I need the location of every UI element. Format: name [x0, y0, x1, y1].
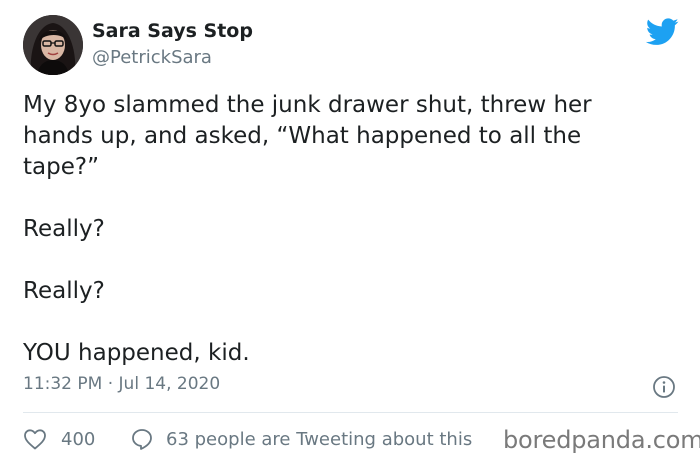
twitter-bird-icon[interactable]: [646, 18, 679, 46]
conversation-link[interactable]: 63 people are Tweeting about this: [166, 429, 472, 450]
tweet-line: Really?: [23, 278, 105, 304]
avatar-image: [23, 15, 83, 75]
tweet-line: Really?: [23, 216, 105, 242]
heart-icon[interactable]: [23, 428, 47, 450]
avatar[interactable]: [23, 15, 83, 75]
tweet-timestamp[interactable]: 11:32 PM · Jul 14, 2020: [23, 374, 220, 394]
author-display-name[interactable]: Sara Says Stop: [92, 20, 253, 42]
watermark: boredpanda.com: [503, 426, 700, 454]
tweet-text: My 8yo slammed the junk drawer shut, thr…: [23, 90, 673, 369]
tweet-line: hands up, and asked, “What happened to a…: [23, 123, 582, 149]
author-handle[interactable]: @PetrickSara: [92, 47, 212, 68]
speech-bubble-icon[interactable]: [130, 427, 154, 451]
tweet-line: YOU happened, kid.: [23, 340, 250, 366]
tweet-line: My 8yo slammed the junk drawer shut, thr…: [23, 92, 592, 118]
tweet-line: tape?”: [23, 154, 99, 180]
info-icon[interactable]: [652, 375, 676, 399]
like-count[interactable]: 400: [61, 429, 95, 450]
divider: [23, 412, 678, 413]
